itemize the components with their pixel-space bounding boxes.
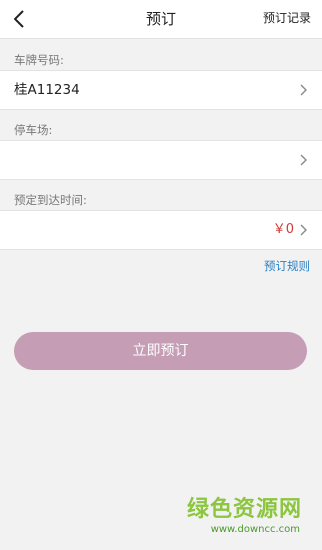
parking-lot-label: 停车场: <box>14 123 53 137</box>
plate-number-value: 桂A11234 <box>14 82 80 98</box>
arrival-time-row[interactable]: ￥0 <box>0 210 322 250</box>
chevron-right-icon <box>300 154 307 166</box>
plate-number-label: 车牌号码: <box>14 53 64 67</box>
booking-records-link[interactable]: 预订记录 <box>263 0 311 38</box>
parking-lot-row[interactable] <box>0 140 322 180</box>
price-value: ￥0 <box>272 222 294 237</box>
watermark: 绿色资源网 www.downcc.com <box>187 496 302 536</box>
watermark-url: www.downcc.com <box>210 524 300 535</box>
arrival-time-label: 预定到达时间: <box>14 193 87 207</box>
booking-rules-link[interactable]: 预订规则 <box>264 258 310 274</box>
top-app-bar: 预订 预订记录 <box>0 0 322 39</box>
chevron-right-icon <box>300 84 307 96</box>
plate-number-row[interactable]: 桂A11234 <box>0 70 322 110</box>
watermark-text: 绿色资源网 <box>186 497 302 522</box>
book-now-button[interactable]: 立即预订 <box>14 332 307 370</box>
chevron-right-icon <box>300 224 307 236</box>
